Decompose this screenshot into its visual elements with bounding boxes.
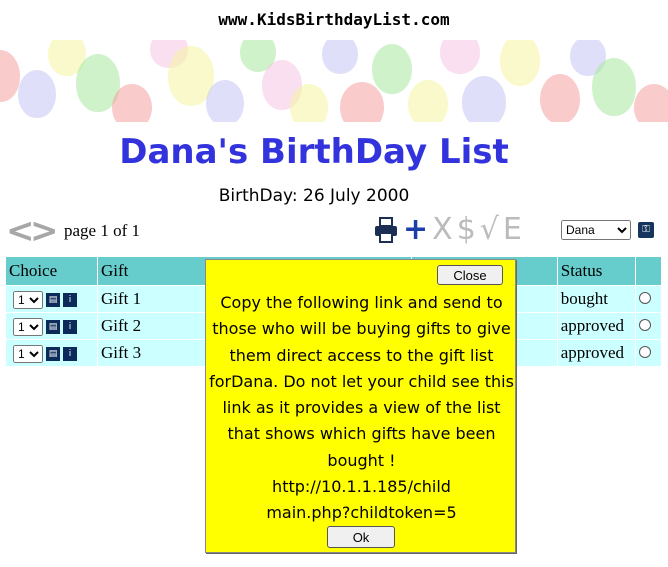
- col-select: [635, 257, 662, 286]
- gift-status: approved: [557, 339, 637, 366]
- select-radio[interactable]: [639, 346, 652, 358]
- page-info: page 1 of 1: [64, 221, 141, 240]
- toolbar: + X $ √ E: [373, 214, 522, 246]
- col-choice: Choice: [6, 257, 98, 286]
- edit-button[interactable]: E: [503, 215, 522, 245]
- birthday-date: BirthDay: 26 July 2000: [218, 186, 410, 206]
- gift-status: bought: [557, 285, 637, 313]
- info-icon[interactable]: i: [63, 347, 77, 362]
- add-gift-button[interactable]: +: [403, 215, 428, 245]
- print-icon[interactable]: [373, 217, 399, 243]
- child-select[interactable]: Dana: [561, 220, 631, 240]
- pagination: < > page 1 of 1: [6, 214, 141, 248]
- quantity-select[interactable]: 1: [13, 291, 43, 309]
- next-page-button[interactable]: >: [30, 214, 59, 248]
- dialog-message: Copy the following link and send to thos…: [209, 293, 514, 470]
- select-radio[interactable]: [639, 292, 652, 304]
- quantity-select[interactable]: 1: [13, 318, 43, 336]
- delete-gift-button[interactable]: X: [432, 215, 453, 245]
- quantity-select[interactable]: 1: [13, 345, 43, 363]
- prev-page-button[interactable]: <: [6, 214, 35, 248]
- share-link-dialog: Close Copy the following link and send t…: [205, 259, 516, 553]
- page-title: Dana's BirthDay List: [119, 132, 509, 172]
- dialog-body: Copy the following link and send to thos…: [206, 290, 517, 553]
- balloon-banner: [0, 40, 668, 122]
- select-radio[interactable]: [639, 319, 652, 331]
- price-button[interactable]: $: [457, 215, 476, 245]
- approve-button[interactable]: √: [480, 215, 499, 245]
- details-icon[interactable]: ▤: [46, 320, 60, 335]
- close-button[interactable]: Close: [437, 265, 503, 285]
- info-icon[interactable]: i: [63, 320, 77, 335]
- col-status: Status: [557, 257, 637, 286]
- gift-status: approved: [557, 312, 637, 340]
- ok-button[interactable]: Ok: [327, 526, 395, 548]
- site-url: www.KidsBirthdayList.com: [218, 10, 450, 29]
- key-icon[interactable]: ⚿: [638, 222, 654, 238]
- details-icon[interactable]: ▤: [46, 347, 60, 362]
- info-icon[interactable]: i: [63, 293, 77, 308]
- details-icon[interactable]: ▤: [46, 293, 60, 308]
